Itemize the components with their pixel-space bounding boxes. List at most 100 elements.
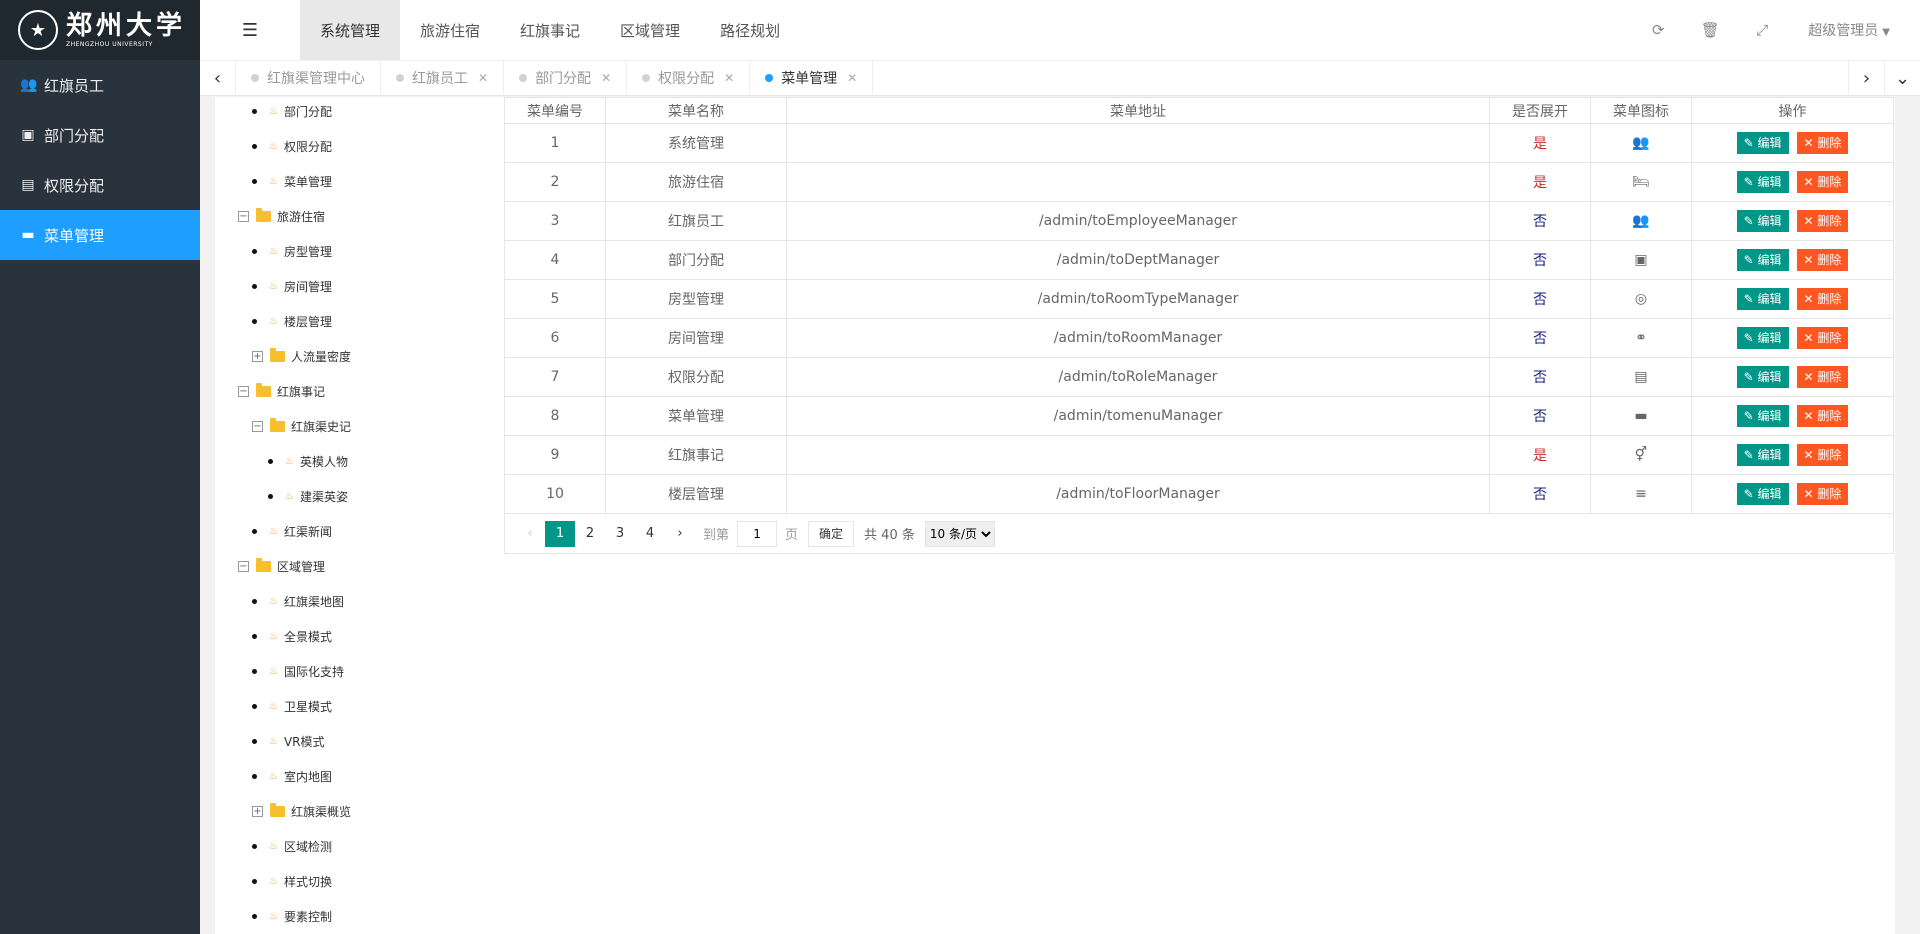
delete-button[interactable]: ✕ 删除 [1796, 288, 1849, 310]
collapse-icon[interactable]: − [252, 420, 263, 432]
sidebar-item-menu-management[interactable]: ▬ 菜单管理 [0, 210, 200, 260]
tab-system-management[interactable]: 系统管理 [300, 0, 401, 60]
tree-leaf[interactable]: ♨ VR模式 [252, 731, 325, 751]
edit-button[interactable]: ✎ 编辑 [1736, 327, 1789, 349]
page-size-select[interactable]: 10 条/页 [924, 520, 995, 547]
close-icon[interactable]: ✕ [601, 71, 611, 85]
tree-leaf[interactable]: ♨ 菜单管理 [252, 171, 332, 191]
goto-page-input[interactable] [737, 520, 778, 547]
tree-folder[interactable]: + 红旗渠概览 [252, 801, 351, 821]
fullscreen-icon[interactable]: ⤢ [1736, 21, 1788, 39]
tab-area-management[interactable]: 区域管理 [600, 0, 700, 60]
close-icon[interactable]: ✕ [847, 71, 857, 85]
tree-leaf[interactable]: ♨ 全景模式 [252, 626, 332, 646]
tree-leaf[interactable]: ♨ 部门分配 [252, 101, 332, 121]
edit-button[interactable]: ✎ 编辑 [1736, 405, 1789, 427]
page-tab-employees[interactable]: 红旗员工 ✕ [381, 60, 505, 96]
goto-confirm-button[interactable]: 确定 [808, 520, 855, 547]
refresh-icon[interactable]: ⟳ [1632, 21, 1684, 39]
tree-leaf[interactable]: ♨ 房型管理 [252, 241, 332, 261]
tabs-menu-chevron-down-icon[interactable]: ⌄ [1884, 60, 1920, 96]
sidebar-item-permissions[interactable]: ▤ 权限分配 [0, 160, 200, 210]
user-menu[interactable]: 超级管理员 ▼ [1788, 20, 1920, 40]
tab-red-flag-events[interactable]: 红旗事记 [500, 0, 600, 60]
col-menu-icon[interactable]: 菜单图标 [1590, 97, 1692, 124]
tree-leaf[interactable]: ♨ 国际化支持 [252, 661, 344, 681]
tree-leaf[interactable]: ♨ 室内地图 [252, 766, 332, 786]
delete-button[interactable]: ✕ 删除 [1796, 132, 1849, 154]
folder-icon [256, 207, 271, 222]
tabs-scroll-right-icon[interactable]: › [1848, 60, 1884, 96]
page-tab-permissions[interactable]: 权限分配 ✕ [627, 60, 751, 96]
edit-button[interactable]: ✎ 编辑 [1736, 249, 1789, 271]
delete-button[interactable]: ✕ 删除 [1796, 210, 1849, 232]
tab-route-planning[interactable]: 路径规划 [700, 0, 800, 60]
page-3[interactable]: 3 [605, 521, 635, 547]
delete-button[interactable]: ✕ 删除 [1796, 249, 1849, 271]
expand-icon[interactable]: + [252, 805, 263, 817]
delete-button[interactable]: ✕ 删除 [1796, 405, 1849, 427]
tree-node-label: 室内地图 [283, 769, 332, 784]
tree-leaf[interactable]: ♨ 红旗渠地图 [252, 591, 344, 611]
tree-leaf[interactable]: ♨ 建渠英姿 [268, 486, 348, 506]
tree-leaf[interactable]: ♨ 房间管理 [252, 276, 332, 296]
bullet-icon [252, 668, 257, 674]
tree-leaf[interactable]: ♨ 英模人物 [268, 451, 348, 471]
edit-button[interactable]: ✎ 编辑 [1736, 171, 1789, 193]
edit-button[interactable]: ✎ 编辑 [1736, 132, 1789, 154]
next-page-icon[interactable]: › [665, 521, 695, 547]
tree-folder[interactable]: + 人流量密度 [252, 346, 351, 366]
collapse-icon[interactable]: − [238, 210, 249, 222]
col-menu-url[interactable]: 菜单地址 [786, 97, 1490, 124]
expand-icon[interactable]: + [252, 350, 263, 362]
page-tab-home[interactable]: 红旗渠管理中心 [236, 60, 381, 96]
tree-leaf[interactable]: ♨ 楼层管理 [252, 311, 332, 331]
sidebar-item-employees[interactable]: 👥 红旗员工 [0, 60, 200, 110]
sidebar-item-departments[interactable]: ▣ 部门分配 [0, 110, 200, 160]
collapse-icon[interactable]: − [238, 385, 249, 397]
page-tab-menu-management[interactable]: 菜单管理 ✕ [750, 60, 874, 96]
edit-button[interactable]: ✎ 编辑 [1736, 210, 1789, 232]
close-icon[interactable]: ✕ [724, 71, 734, 85]
edit-label: 编辑 [1757, 136, 1782, 150]
tree-leaf[interactable]: ♨ 卫星模式 [252, 696, 332, 716]
tab-travel-lodging[interactable]: 旅游住宿 [400, 0, 500, 60]
tree-leaf[interactable]: ♨ 区域检测 [252, 836, 332, 856]
tree-leaf[interactable]: ♨ 要素控制 [252, 906, 332, 926]
col-menu-id[interactable]: 菜单编号 [504, 97, 606, 124]
trash-icon[interactable]: 🗑 [1684, 21, 1736, 39]
edit-button[interactable]: ✎ 编辑 [1736, 483, 1789, 505]
tree-leaf[interactable]: ♨ 权限分配 [252, 136, 332, 156]
edit-button[interactable]: ✎ 编辑 [1736, 288, 1789, 310]
delete-button[interactable]: ✕ 删除 [1796, 444, 1849, 466]
folder-icon [256, 382, 271, 397]
close-icon: ✕ [1803, 331, 1814, 345]
page-tab-departments[interactable]: 部门分配 ✕ [504, 60, 628, 96]
tree-node-label: 红渠新闻 [283, 524, 332, 539]
delete-button[interactable]: ✕ 删除 [1796, 366, 1849, 388]
col-expand[interactable]: 是否展开 [1489, 97, 1591, 124]
tree-leaf[interactable]: ♨ 样式切换 [252, 871, 332, 891]
close-icon[interactable]: ✕ [478, 71, 488, 85]
tree-leaf[interactable]: ♨ 红渠新闻 [252, 521, 332, 541]
tree-folder[interactable]: − 旅游住宿 [238, 206, 325, 226]
cell-expand: 是 [1489, 123, 1591, 163]
menu-collapse-icon[interactable]: ☰ [200, 0, 300, 60]
edit-button[interactable]: ✎ 编辑 [1736, 366, 1789, 388]
delete-button[interactable]: ✕ 删除 [1796, 483, 1849, 505]
edit-button[interactable]: ✎ 编辑 [1736, 444, 1789, 466]
col-menu-name[interactable]: 菜单名称 [605, 97, 787, 124]
tree-folder[interactable]: − 区域管理 [238, 556, 325, 576]
prev-page-icon[interactable]: ‹ [515, 521, 545, 547]
page-2[interactable]: 2 [575, 521, 605, 547]
tree-folder[interactable]: − 红旗事记 [238, 381, 325, 401]
tree-folder[interactable]: − 红旗渠史记 [252, 416, 351, 436]
page-4[interactable]: 4 [635, 521, 665, 547]
collapse-icon[interactable]: − [238, 560, 249, 572]
tabs-scroll-left-icon[interactable]: ‹ [200, 60, 236, 96]
delete-button[interactable]: ✕ 删除 [1796, 327, 1849, 349]
cell-expand: 否 [1489, 240, 1591, 280]
delete-button[interactable]: ✕ 删除 [1796, 171, 1849, 193]
page-1[interactable]: 1 [545, 520, 575, 547]
university-logo[interactable]: ★ 郑州大学 ZHENGZHOU UNIVERSITY [0, 0, 200, 60]
